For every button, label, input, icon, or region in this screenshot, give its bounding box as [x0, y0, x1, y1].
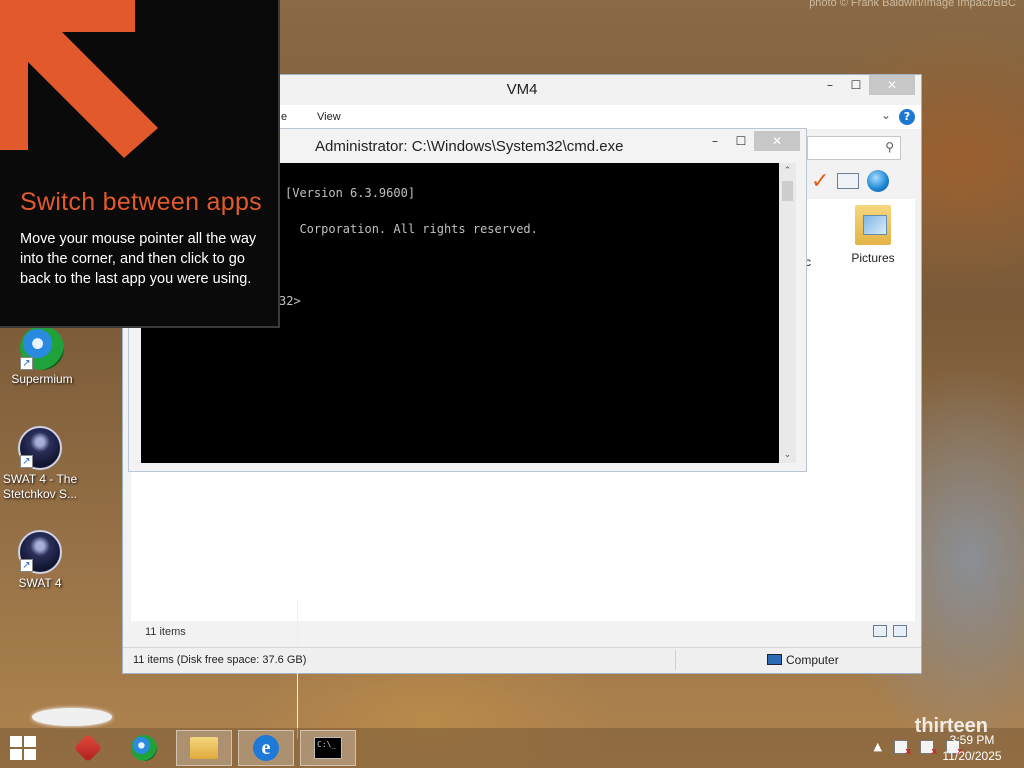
details-view-icon[interactable] — [873, 625, 887, 637]
pictures-folder-icon — [855, 205, 891, 245]
shortcut-arrow-icon: ↗ — [20, 455, 33, 468]
folder-label: Pictures — [851, 251, 895, 265]
status-computer: Computer — [767, 653, 839, 667]
computer-icon — [767, 654, 782, 665]
taskbar-file-explorer[interactable] — [176, 730, 232, 766]
ribbon-tab-view[interactable]: View — [317, 111, 341, 123]
tip-body: Move your mouse pointer all the way into… — [20, 231, 257, 287]
minimize-button[interactable]: – — [702, 131, 728, 151]
cmd-icon: C:\_ — [314, 737, 342, 759]
items-count: 11 items — [145, 626, 186, 638]
shortcut-arrow-icon: ↗ — [20, 559, 33, 572]
taskbar: e C:\_ ▲ 3:59 PM 11/20/2025 — [0, 728, 1024, 768]
swat4-icon: ↗ — [18, 426, 62, 470]
desktop-icon-swat4[interactable]: ↗ SWAT 4 — [0, 530, 82, 591]
start-button[interactable] — [10, 736, 38, 760]
browser-icon: ↗ — [20, 326, 64, 370]
help-icon[interactable]: ? — [899, 109, 915, 125]
view-toggle — [873, 625, 907, 637]
search-input[interactable]: ⚲ — [807, 136, 901, 160]
chevron-down-icon[interactable]: ⌄ — [881, 108, 891, 122]
status-computer-label: Computer — [786, 653, 839, 667]
explorer-toolbar: ✓ — [807, 167, 919, 195]
clock-date: 11/20/2025 — [942, 749, 1002, 763]
status-bar: 11 items (Disk free space: 37.6 GB) Comp… — [123, 647, 921, 673]
globe-icon[interactable] — [867, 170, 890, 192]
windows-logo-icon — [24, 736, 36, 747]
folder-pictures[interactable]: Pictures — [845, 205, 901, 265]
tip-title: Switch between apps — [20, 188, 262, 216]
cloud-decoration — [32, 708, 112, 726]
mail-icon[interactable] — [837, 173, 860, 189]
swat4-icon: ↗ — [18, 530, 62, 574]
photo-credit: photo © Frank Baldwin/Image Impact/BBC — [809, 0, 1016, 9]
app-icon — [73, 733, 103, 763]
desktop-icon-label: SWAT 4 — [18, 576, 62, 590]
desktop-icon-label: Supermium — [11, 372, 73, 386]
action-center-icon[interactable] — [894, 740, 911, 757]
vertical-scrollbar[interactable]: ⌃ ⌄ — [779, 163, 796, 463]
checkmark-icon[interactable]: ✓ — [811, 169, 829, 194]
switch-apps-tip: Switch between apps Move your mouse poin… — [0, 0, 280, 328]
taskbar-pinned-app[interactable] — [60, 730, 116, 766]
browser-icon — [131, 735, 157, 761]
desktop-icon-label: SWAT 4 - The Stetchkov S... — [2, 472, 78, 501]
cmd-window-controls: – ☐ ✕ — [702, 131, 800, 151]
ie-icon: e — [253, 735, 279, 761]
ribbon-tab-partial[interactable]: e — [281, 111, 287, 123]
channel-watermark: thirteen — [914, 715, 988, 737]
taskbar-command-prompt[interactable]: C:\_ — [300, 730, 356, 766]
status-separator — [675, 650, 676, 670]
taskbar-internet-explorer[interactable]: e — [238, 730, 294, 766]
explorer-window-controls: – ☐ ✕ — [817, 75, 915, 95]
close-button[interactable]: ✕ — [754, 131, 800, 151]
windows-logo-icon — [10, 749, 22, 760]
scroll-down-icon[interactable]: ⌄ — [779, 447, 796, 463]
shortcut-arrow-icon: ↗ — [20, 357, 33, 370]
folder-icon — [190, 737, 218, 759]
close-button[interactable]: ✕ — [869, 75, 915, 95]
scroll-thumb[interactable] — [782, 181, 793, 201]
large-icons-view-icon[interactable] — [893, 625, 907, 637]
search-icon: ⚲ — [885, 140, 894, 154]
network-icon[interactable] — [920, 740, 937, 757]
show-hidden-icons[interactable]: ▲ — [874, 740, 882, 754]
maximize-button[interactable]: ☐ — [728, 131, 754, 151]
scroll-up-icon[interactable]: ⌃ — [779, 163, 796, 179]
windows-logo-icon — [10, 736, 22, 747]
windows-logo-icon — [24, 749, 36, 760]
status-disk-space: 11 items (Disk free space: 37.6 GB) — [133, 654, 307, 666]
minimize-button[interactable]: – — [817, 75, 843, 95]
taskbar-pinned-supermium[interactable] — [116, 730, 172, 766]
cmd-title: Administrator: C:\Windows\System32\cmd.e… — [315, 138, 624, 155]
maximize-button[interactable]: ☐ — [843, 75, 869, 95]
desktop-icon-swat4-stetchkov[interactable]: ↗ SWAT 4 - The Stetchkov S... — [0, 426, 82, 502]
desktop-icon-supermium[interactable]: ↗ Supermium — [0, 326, 84, 387]
